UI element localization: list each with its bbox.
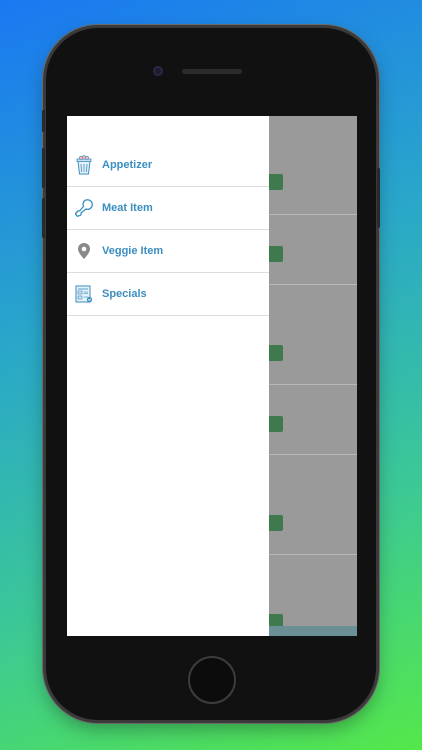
menu-item-appetizer[interactable]: Appetizer xyxy=(67,144,269,187)
background-footer xyxy=(269,626,357,636)
earpiece-speaker xyxy=(182,69,242,74)
screen: Appetizer Meat Item Veggie Item Specials xyxy=(67,116,357,636)
menu-item-label: Veggie Item xyxy=(102,245,164,257)
background-add-button[interactable] xyxy=(269,246,283,262)
volume-down-button xyxy=(42,198,45,238)
phone-frame: Appetizer Meat Item Veggie Item Specials xyxy=(42,28,380,720)
menu-item-label: Meat Item xyxy=(102,202,153,214)
location-pin-icon xyxy=(74,241,94,261)
menu-item-label: Specials xyxy=(102,288,147,300)
background-divider xyxy=(269,284,357,285)
appetizer-icon xyxy=(74,155,94,175)
navigation-drawer: Appetizer Meat Item Veggie Item Specials xyxy=(67,116,269,636)
volume-up-button xyxy=(42,148,45,188)
background-add-button[interactable] xyxy=(269,345,283,361)
front-camera xyxy=(153,66,163,76)
background-divider xyxy=(269,554,357,555)
background-divider xyxy=(269,384,357,385)
menu-item-meat[interactable]: Meat Item xyxy=(67,187,269,230)
menu-item-specials[interactable]: Specials xyxy=(67,273,269,316)
power-button xyxy=(377,168,380,228)
background-divider xyxy=(269,214,357,215)
background-add-button[interactable] xyxy=(269,515,283,531)
menu-item-label: Appetizer xyxy=(102,159,153,171)
background-add-button[interactable] xyxy=(269,174,283,190)
specials-icon xyxy=(74,284,94,304)
menu-item-veggie[interactable]: Veggie Item xyxy=(67,230,269,273)
drumstick-icon xyxy=(74,198,94,218)
home-button[interactable] xyxy=(188,656,236,704)
background-add-button[interactable] xyxy=(269,416,283,432)
background-divider xyxy=(269,454,357,455)
mute-switch xyxy=(42,110,45,132)
